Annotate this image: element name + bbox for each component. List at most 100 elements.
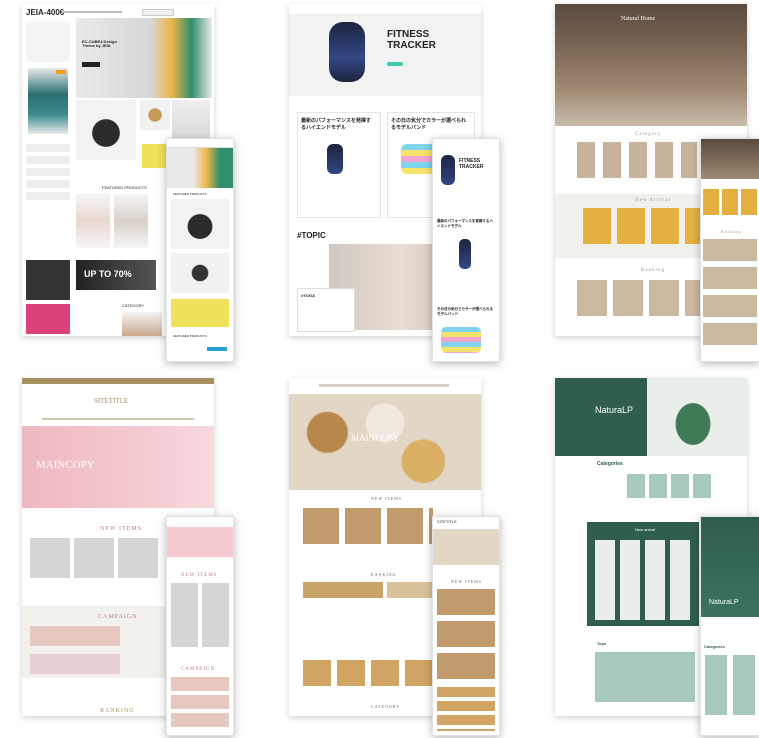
mobile-hero [167, 527, 233, 557]
topic-card-label: #YOGA [301, 293, 316, 298]
section-title-category: Category [635, 132, 662, 137]
mobile-product-bag[interactable] [171, 299, 229, 327]
mobile-hero-image [441, 155, 455, 185]
header [289, 4, 481, 14]
hero-title: EC-CUBE4 Design Theme by JEIA [82, 39, 117, 48]
mobile-ranking-grid[interactable] [703, 239, 757, 349]
hero-button[interactable] [387, 62, 403, 66]
section-title-featured: FEATURED PRODUCTS [102, 185, 147, 190]
campaign-image-1[interactable] [30, 626, 120, 646]
hero-maincopy: MAINCOPY [36, 459, 95, 471]
mobile-preview-interior[interactable]: Ranking [700, 138, 759, 362]
card2-title: その日の気分でカラーが選べられるモデルバンド [391, 118, 467, 131]
section-title-category: CATEGORY [122, 303, 145, 308]
section-title-ranking: Ranking [641, 268, 665, 273]
hero-title: Natural Home [621, 16, 656, 22]
new-items-row[interactable] [303, 508, 433, 544]
tops-image[interactable] [595, 652, 695, 702]
card1-title: 最新のパフォーマンスを発揮するハイエンドモデル [301, 118, 371, 131]
mobile-preview-jeia[interactable]: FEATURED PRODUCTS FEATURED PRODUCTS [166, 138, 234, 362]
mobile-logo[interactable]: NaturaLP [709, 599, 739, 606]
nav-bar[interactable] [319, 384, 449, 387]
ranking-banner-2[interactable] [387, 582, 433, 598]
site-logo[interactable]: JEIA-4006 [26, 9, 64, 17]
ranking-banner-1[interactable] [303, 582, 383, 598]
mobile-hero [167, 148, 233, 188]
hero-plant-image [663, 388, 723, 448]
mobile-hero-line2: TRACKER [459, 164, 484, 170]
campaign-image-2[interactable] [30, 654, 120, 674]
mobile-card2-image [441, 327, 481, 353]
category-row[interactable] [627, 474, 713, 498]
mobile-card1-image [459, 239, 471, 269]
mobile-section-campaign: CAMPAIGN [181, 667, 216, 672]
product-image-dress[interactable] [28, 68, 68, 134]
mobile-preview-fitness[interactable]: FITNESS TRACKER 最新のパフォーマンスを発揮するハイエンドモデル … [432, 138, 500, 362]
search-bar[interactable] [142, 9, 174, 16]
mobile-category-grid[interactable] [705, 655, 755, 715]
mobile-featured-title: FEATURED PRODUCTS [173, 334, 207, 338]
video-thumbnail[interactable] [26, 260, 70, 300]
top-announcement-bar [22, 378, 214, 384]
section-title-campaign: CAMPAIGN [98, 614, 138, 620]
mobile-card1-title: 最新のパフォーマンスを発揮するハイエンドモデル [437, 219, 493, 228]
nav-menu[interactable] [42, 418, 194, 420]
ranking-products[interactable] [577, 280, 717, 316]
new-arrival-grid[interactable] [595, 540, 691, 620]
hero-room-image [555, 4, 747, 126]
mobile-card2-title: その日の気分でカラーが選べられるモデルバンド [437, 307, 493, 316]
section-title-ranking: RANKING [371, 572, 397, 577]
hero-button[interactable] [82, 62, 100, 67]
mobile-section-title: Ranking [721, 229, 742, 234]
new-arrival-products[interactable] [583, 208, 711, 244]
mobile-campaign-list[interactable] [171, 677, 229, 731]
mobile-header [167, 139, 233, 148]
hero-banner [76, 18, 212, 98]
mobile-logo[interactable]: SITETITLE [437, 520, 457, 524]
mobile-new-grid[interactable] [171, 583, 229, 647]
promo-text: UP TO 70% [84, 269, 132, 279]
mobile-preview-natural-lp[interactable]: NaturaLP Categories [700, 516, 759, 736]
product-image-model-2[interactable] [114, 194, 148, 248]
section-title-ranking: RANKING [100, 708, 135, 714]
category-grid[interactable] [577, 142, 697, 178]
product-image-blouse[interactable] [76, 100, 136, 160]
pink-product-image[interactable] [26, 304, 70, 334]
mobile-list[interactable] [437, 687, 495, 731]
mobile-hero [701, 139, 759, 179]
mobile-new-grid[interactable] [437, 589, 495, 679]
mobile-product-row[interactable] [703, 189, 757, 215]
hero-title-line2: TRACKER [387, 40, 436, 51]
mobile-hero [433, 529, 499, 565]
product-image-model-1[interactable] [76, 194, 110, 248]
nav-bar [62, 11, 122, 13]
mobile-product-watch[interactable] [171, 253, 229, 293]
section-title-new: New Arrival [635, 198, 671, 203]
mobile-section-title: FEATURED PRODUCTS [173, 192, 207, 196]
mobile-preview-sitetitle-fashion[interactable]: NEW ITEMS CAMPAIGN [166, 516, 234, 736]
new-items-row[interactable] [30, 538, 160, 578]
card1-image [327, 144, 343, 174]
product-image-watch[interactable] [140, 100, 170, 130]
section-title-category: CATEGORY [371, 704, 401, 709]
product-image-bottom[interactable] [122, 312, 162, 336]
category-row[interactable] [303, 660, 433, 686]
badge-new [56, 70, 66, 74]
mobile-section-categories: Categories [704, 644, 725, 649]
mobile-section-new: NEW ITEMS [181, 573, 218, 578]
product-image-jacket[interactable] [172, 100, 210, 140]
site-logo[interactable]: NaturaLP [595, 406, 633, 415]
mobile-badges [207, 347, 227, 351]
section-title-categories: Categories [597, 461, 623, 467]
topic-heading: #TOPIC [297, 231, 326, 240]
hero-title-line1: FITNESS [387, 29, 430, 40]
mobile-product-blouse[interactable] [171, 199, 229, 249]
section-title-new: New arrival [635, 527, 656, 532]
mobile-section-new: NEW ITEMS [451, 579, 483, 584]
section-title-tops: Tops [597, 641, 607, 646]
site-logo[interactable]: SITETITLE [94, 398, 128, 405]
sidebar [26, 22, 70, 62]
mobile-preview-food[interactable]: SITETITLE NEW ITEMS [432, 516, 500, 736]
hero-product-image [329, 22, 365, 82]
section-title-new: NEW ITEMS [371, 496, 403, 501]
